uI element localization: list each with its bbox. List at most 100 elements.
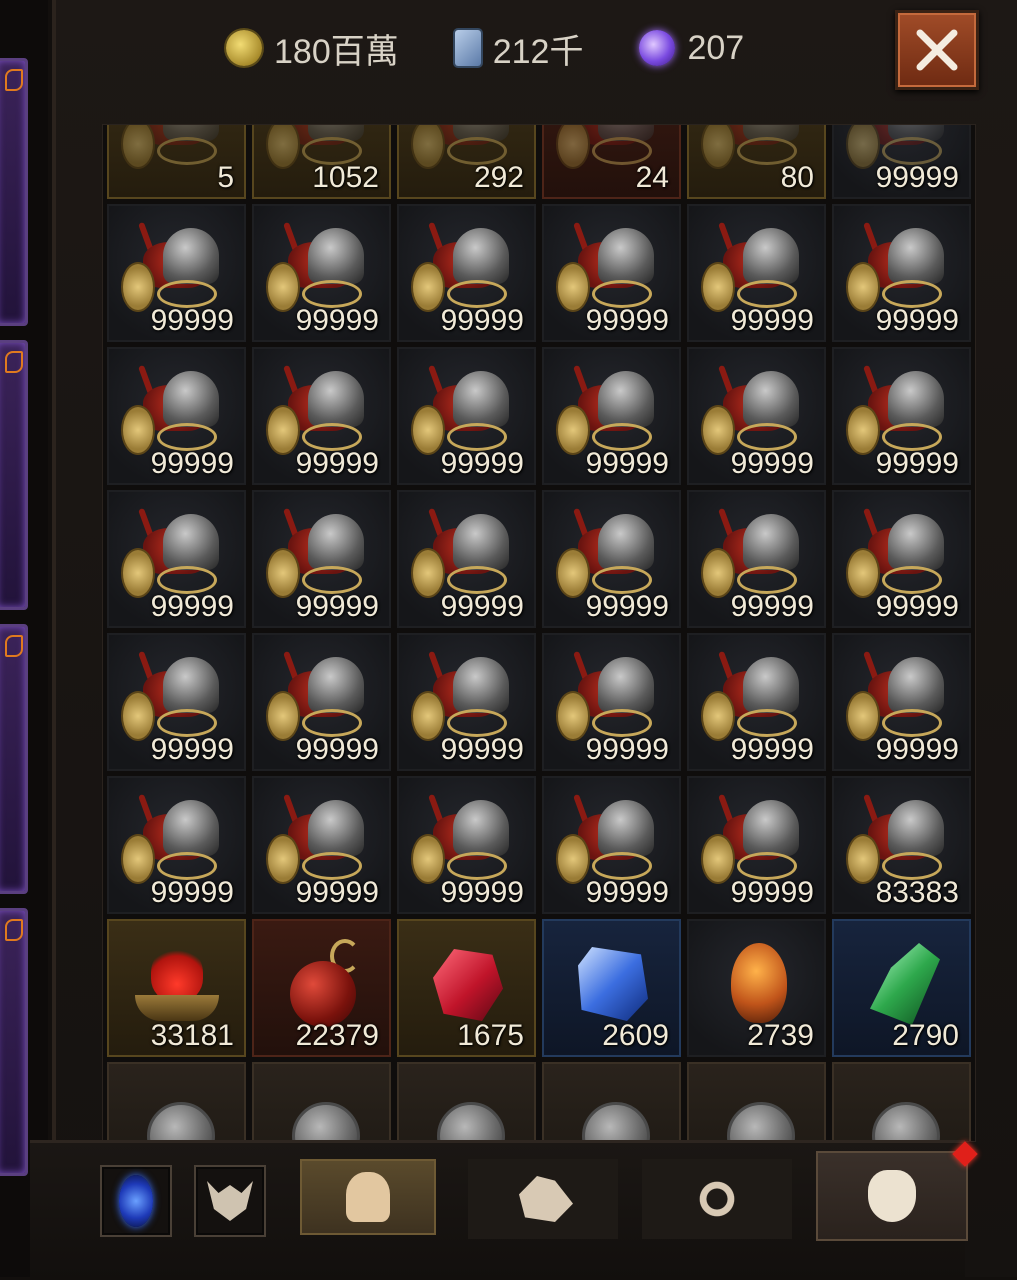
inventory-slot[interactable]: 2790 [832, 919, 971, 1057]
item-quantity: 99999 [730, 447, 814, 480]
essence-tab[interactable] [642, 1159, 792, 1239]
materials-tab[interactable] [468, 1159, 618, 1239]
armor-set-icon [701, 792, 813, 888]
inventory-slot[interactable]: 99999 [397, 204, 536, 342]
side-tab-1[interactable] [0, 58, 28, 326]
side-menu-strip [0, 0, 48, 1277]
inventory-slot[interactable]: 5 [107, 125, 246, 199]
inventory-slot[interactable]: 99999 [687, 776, 826, 914]
armor-set-icon [266, 649, 378, 745]
swirl-icon [693, 1175, 741, 1223]
inventory-slot[interactable]: 99999 [107, 776, 246, 914]
inventory-slot[interactable]: 99999 [397, 490, 536, 628]
sack-icon [868, 1170, 916, 1222]
armor-set-icon [846, 792, 958, 888]
item-quantity: 2790 [892, 1019, 959, 1052]
inventory-slot[interactable]: 99999 [687, 633, 826, 771]
inventory-slot[interactable] [687, 1062, 826, 1141]
inventory-slot[interactable]: 99999 [107, 633, 246, 771]
inventory-slot[interactable] [397, 1062, 536, 1141]
inventory-grid-frame: 5 1052 292 24 80 99999 99999 99999 99999 99999 999… [102, 124, 976, 1142]
inventory-slot[interactable]: 99999 [542, 347, 681, 485]
item-quantity: 99999 [730, 733, 814, 766]
inventory-slot[interactable]: 1675 [397, 919, 536, 1057]
inventory-slot[interactable]: 99999 [832, 633, 971, 771]
beast-icon [207, 1181, 253, 1221]
inventory-slot[interactable]: 99999 [832, 125, 971, 199]
armor-set-icon [556, 792, 668, 888]
item-quantity: 99999 [585, 733, 669, 766]
beast-tab[interactable] [194, 1165, 266, 1237]
inventory-slot[interactable]: 2609 [542, 919, 681, 1057]
inventory-slot[interactable]: 99999 [687, 347, 826, 485]
armor-set-icon [266, 792, 378, 888]
inventory-slot[interactable] [107, 1062, 246, 1141]
item-quantity: 99999 [875, 161, 959, 194]
helmet-icon [346, 1172, 390, 1222]
armor-set-icon [121, 792, 233, 888]
item-quantity: 99999 [875, 733, 959, 766]
inventory-slot[interactable] [832, 1062, 971, 1141]
item-quantity: 99999 [150, 304, 234, 337]
gold-amount: 180百萬 [274, 32, 399, 71]
inventory-slot[interactable]: 83383 [832, 776, 971, 914]
inventory-slot[interactable]: 22379 [252, 919, 391, 1057]
inventory-slot[interactable]: 99999 [397, 776, 536, 914]
inventory-slot[interactable]: 99999 [542, 204, 681, 342]
inventory-slot[interactable]: 99999 [252, 204, 391, 342]
purple-orb-icon [639, 30, 676, 66]
item-quantity: 99999 [440, 733, 524, 766]
side-tab-4[interactable] [0, 908, 28, 1176]
inventory-slot[interactable]: 99999 [542, 776, 681, 914]
inventory-slot[interactable]: 99999 [252, 490, 391, 628]
inventory-slot[interactable]: 33181 [107, 919, 246, 1057]
inventory-slot[interactable]: 2739 [687, 919, 826, 1057]
rune-icon [5, 919, 23, 941]
rune-disc-icon [266, 1078, 378, 1141]
item-quantity: 99999 [295, 447, 379, 480]
inventory-slot[interactable]: 99999 [687, 204, 826, 342]
item-quantity: 99999 [295, 304, 379, 337]
inventory-slot[interactable] [252, 1062, 391, 1141]
inventory-slot[interactable]: 292 [397, 125, 536, 199]
armor-set-icon [121, 220, 233, 316]
inventory-slot[interactable]: 99999 [542, 633, 681, 771]
bag-tab[interactable] [816, 1141, 978, 1241]
inventory-slot[interactable]: 24 [542, 125, 681, 199]
inventory-slot[interactable]: 99999 [107, 347, 246, 485]
inventory-slot[interactable]: 99999 [252, 347, 391, 485]
inventory-slot[interactable]: 80 [687, 125, 826, 199]
inventory-slot[interactable]: 99999 [832, 490, 971, 628]
armor-set-icon [121, 506, 233, 602]
portal-tab[interactable] [100, 1165, 172, 1237]
inventory-slot[interactable] [542, 1062, 681, 1141]
item-quantity: 2609 [602, 1019, 669, 1052]
item-quantity: 99999 [295, 590, 379, 623]
inventory-slot[interactable]: 99999 [107, 204, 246, 342]
side-tab-2[interactable] [0, 340, 28, 610]
equipment-tab[interactable] [300, 1159, 436, 1235]
side-tab-3[interactable] [0, 624, 28, 894]
inventory-slot[interactable]: 99999 [542, 490, 681, 628]
inventory-slot[interactable]: 1052 [252, 125, 391, 199]
item-quantity: 99999 [585, 304, 669, 337]
inventory-slot[interactable]: 99999 [687, 490, 826, 628]
armor-set-icon [266, 363, 378, 459]
bottom-tab-bar [30, 1140, 978, 1280]
inventory-slot[interactable]: 99999 [397, 633, 536, 771]
item-quantity: 83383 [875, 876, 959, 909]
armor-set-icon [846, 649, 958, 745]
rune-icon [5, 69, 23, 91]
inventory-slot[interactable]: 99999 [832, 204, 971, 342]
inventory-slot[interactable]: 99999 [252, 633, 391, 771]
rune-icon [5, 351, 23, 373]
shard-icon [846, 935, 958, 1031]
inventory-slot[interactable]: 99999 [107, 490, 246, 628]
rune-disc-icon [556, 1078, 668, 1141]
rune-icon [5, 635, 23, 657]
inventory-slot[interactable]: 99999 [397, 347, 536, 485]
armor-set-icon [701, 220, 813, 316]
inventory-slot[interactable]: 99999 [832, 347, 971, 485]
close-button[interactable] [895, 10, 979, 90]
inventory-slot[interactable]: 99999 [252, 776, 391, 914]
